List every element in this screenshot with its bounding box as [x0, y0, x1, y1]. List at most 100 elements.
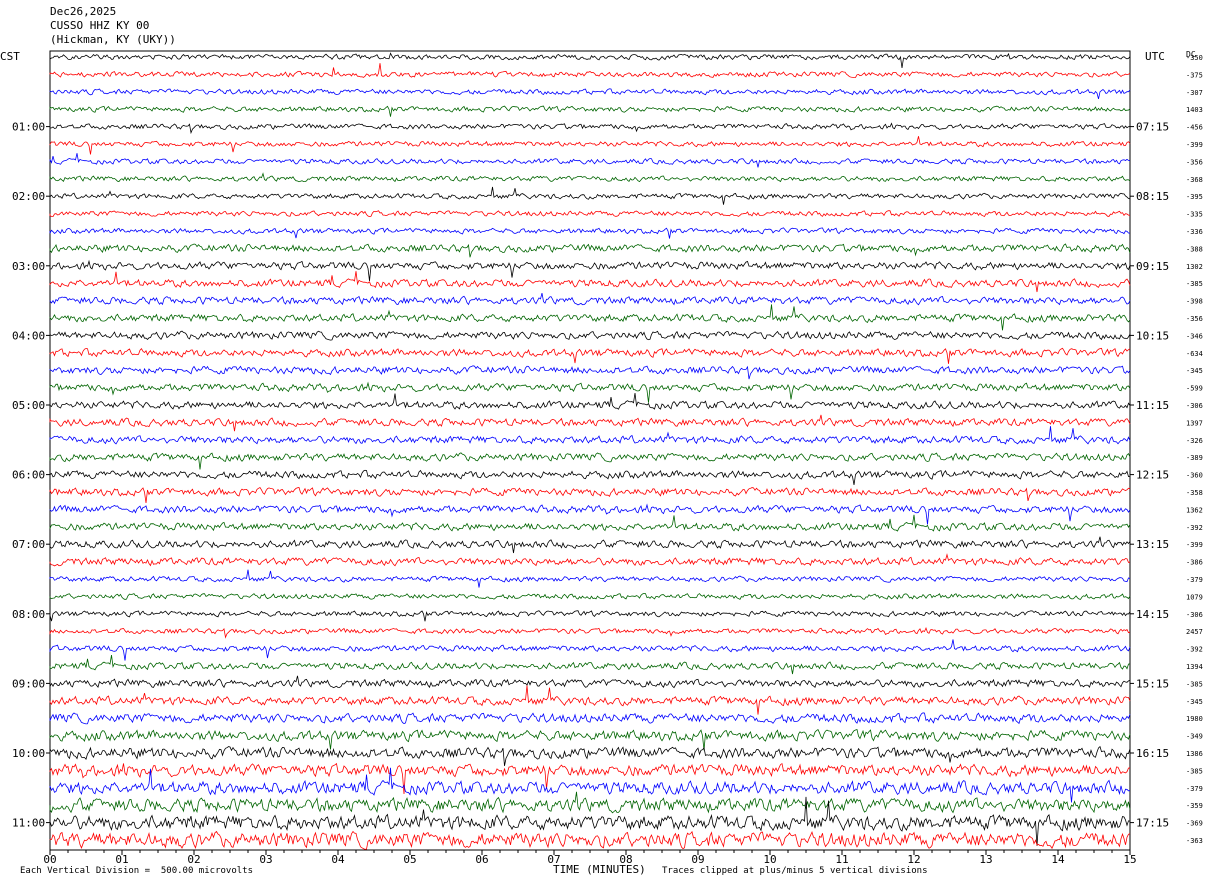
dc-offset-label: 1362 [1186, 506, 1203, 514]
trace-line-1 [49, 63, 1131, 79]
trace-line-6 [49, 153, 1131, 168]
dc-offset-label: -386 [1186, 559, 1203, 567]
dc-offset-label: -599 [1186, 385, 1203, 393]
dc-offset-label: -306 [1186, 611, 1203, 619]
left-time-label: 09:00 [12, 677, 45, 690]
trace-line-9 [49, 210, 1131, 218]
trace-line-15 [49, 304, 1131, 331]
right-time-label: 15:15 [1136, 677, 1169, 690]
dc-offset-label: -375 [1186, 71, 1203, 79]
x-tick-label: 10 [763, 853, 776, 866]
trace-line-7 [49, 172, 1131, 183]
dc-offset-label: 1397 [1186, 419, 1203, 427]
dc-offset-label: 1394 [1186, 663, 1203, 671]
trace-line-41 [49, 762, 1131, 795]
trace-line-30 [49, 569, 1131, 588]
trace-line-26 [49, 503, 1131, 525]
dc-offset-label: -398 [1186, 298, 1203, 306]
x-tick-label: 05 [403, 853, 416, 866]
right-time-label: 13:15 [1136, 538, 1169, 551]
right-time-label: 09:15 [1136, 260, 1169, 273]
trace-line-17 [49, 347, 1131, 364]
dc-offset-label: -385 [1186, 767, 1203, 775]
trace-line-24 [49, 469, 1131, 485]
trace-line-27 [49, 514, 1131, 532]
x-tick-label: 12 [907, 853, 920, 866]
dc-offset-label: -335 [1186, 211, 1203, 219]
trace-line-29 [49, 553, 1131, 567]
left-time-label: 05:00 [12, 399, 45, 412]
trace-line-13 [49, 271, 1131, 293]
x-tick-label: 00 [43, 853, 56, 866]
plot-frame [49, 50, 1131, 851]
trace-line-16 [49, 330, 1131, 341]
trace-line-10 [49, 227, 1131, 239]
dc-offset-label: 1302 [1186, 263, 1203, 271]
left-time-label: 08:00 [12, 608, 45, 621]
vertical-division-note: Each Vertical Division = 500.00 microvol… [20, 866, 253, 876]
dc-offset-label: -356 [1186, 315, 1203, 323]
dc-offset-label: 1079 [1186, 593, 1203, 601]
trace-line-23 [49, 452, 1131, 470]
dc-offset-label: -634 [1186, 350, 1203, 358]
trace-line-8 [49, 186, 1131, 205]
dc-offset-label: -306 [1186, 402, 1203, 410]
x-tick-label: 09 [691, 853, 704, 866]
trace-line-22 [49, 426, 1131, 445]
x-tick-label: 11 [835, 853, 848, 866]
trace-line-28 [49, 536, 1131, 554]
dc-offset-label: -395 [1186, 193, 1203, 201]
dc-offset-label: -345 [1186, 367, 1203, 375]
trace-line-25 [49, 486, 1131, 504]
trace-line-38 [49, 712, 1131, 725]
left-axis-label: CST [0, 50, 20, 63]
trace-line-32 [49, 610, 1131, 622]
trace-line-0 [49, 52, 1131, 69]
left-time-label: 01:00 [12, 121, 45, 134]
dc-offset-label: -346 [1186, 332, 1203, 340]
dc-offset-label: -379 [1186, 576, 1203, 584]
dc-offset-label: -392 [1186, 646, 1203, 654]
right-time-label: 17:15 [1136, 817, 1169, 830]
trace-line-5 [49, 136, 1131, 155]
trace-line-2 [49, 88, 1131, 100]
trace-line-18 [49, 365, 1131, 380]
left-time-label: 02:00 [12, 190, 45, 203]
clip-note: Traces clipped at plus/minus 5 vertical … [662, 866, 928, 876]
right-time-label: 11:15 [1136, 399, 1169, 412]
dc-offset-label: -356 [1186, 158, 1203, 166]
x-tick-label: 06 [475, 853, 488, 866]
dc-offset-label: -350 [1186, 54, 1203, 62]
left-time-label: 07:00 [12, 538, 45, 551]
dc-offset-label: -385 [1186, 280, 1203, 288]
right-time-label: 16:15 [1136, 747, 1169, 760]
dc-offset-label: -399 [1186, 541, 1203, 549]
seismogram-chart: CST UTC DC01:00 07:1502:00 08:1503:00 09:1504… [0, 50, 1203, 866]
left-time-label: 03:00 [12, 260, 45, 273]
trace-line-36 [49, 675, 1131, 689]
dc-offset-label: -345 [1186, 698, 1203, 706]
left-time-label: 04:00 [12, 329, 45, 342]
trace-line-31 [49, 592, 1131, 600]
dc-offset-label: -363 [1186, 837, 1203, 845]
dc-offset-label: -389 [1186, 454, 1203, 462]
dc-offset-label: -388 [1186, 245, 1203, 253]
dc-offset-label: -368 [1186, 176, 1203, 184]
dc-offset-label: 1980 [1186, 715, 1203, 723]
trace-line-20 [49, 392, 1131, 410]
dc-offset-label: 1386 [1186, 750, 1203, 758]
trace-line-45 [49, 830, 1131, 850]
left-time-label: 10:00 [12, 747, 45, 760]
x-tick-label: 03 [259, 853, 272, 866]
right-time-label: 08:15 [1136, 190, 1169, 203]
dc-offset-label: -349 [1186, 733, 1203, 741]
dc-offset-label: -385 [1186, 680, 1203, 688]
x-tick-label: 13 [979, 853, 992, 866]
left-time-label: 06:00 [12, 469, 45, 482]
x-tick-label: 01 [115, 853, 128, 866]
trace-line-14 [49, 292, 1131, 306]
trace-line-40 [49, 745, 1131, 766]
dc-offset-label: -326 [1186, 437, 1203, 445]
x-tick-label: 02 [187, 853, 200, 866]
dc-offset-label: -359 [1186, 802, 1203, 810]
